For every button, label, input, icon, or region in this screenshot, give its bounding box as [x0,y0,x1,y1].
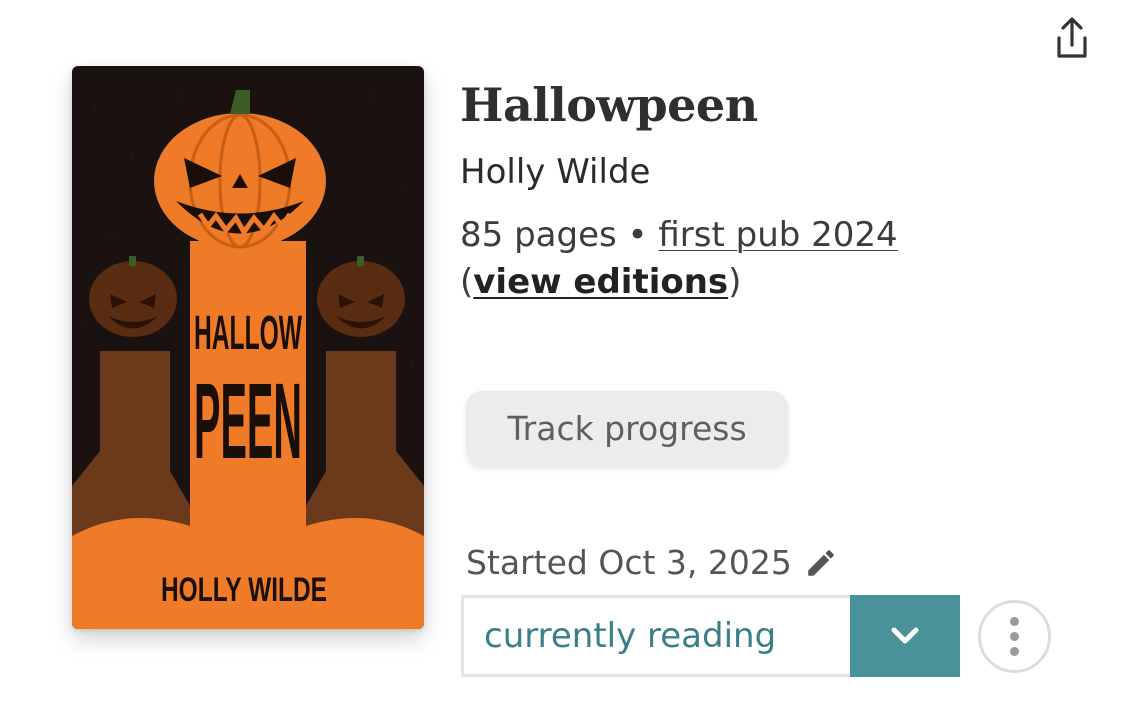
share-button[interactable] [1040,10,1104,66]
editions-paren-open: ( [460,262,474,302]
first-pub-link[interactable]: first pub 2024 [658,215,897,255]
started-date-label: Started Oct 3, 2025 [466,543,792,582]
pencil-icon [808,549,834,576]
chevron-down-icon [891,627,919,644]
share-icon [1057,17,1087,58]
started-date: Started Oct 3, 2025 [466,543,838,582]
book-cover[interactable]: HALLOW PEEN HOLLY WILDE [72,66,424,629]
cover-title-line2: PEEN [194,360,302,481]
more-dot [1010,632,1019,641]
reading-status-field[interactable]: currently reading [461,595,850,677]
meta-separator: • [616,215,659,255]
reading-status-control: currently reading [461,595,960,677]
book-meta: 85 pages • first pub 2024 (view editions… [460,212,898,306]
more-dot [1010,647,1019,656]
status-dropdown-button[interactable] [850,595,960,677]
more-vertical-icon [1010,617,1019,626]
book-title: Hallowpeen [460,78,758,132]
more-options-button[interactable] [978,600,1051,673]
cover-art: HALLOW PEEN HOLLY WILDE [72,66,424,629]
editions-line: (view editions) [460,259,898,306]
pages-line: 85 pages • first pub 2024 [460,212,898,259]
track-progress-button[interactable]: Track progress [466,391,788,466]
view-editions-link[interactable]: view editions [473,262,728,302]
cover-title-line1: HALLOW [194,307,302,360]
edit-date-button[interactable] [804,546,838,580]
book-author[interactable]: Holly Wilde [460,152,650,192]
editions-paren-close: ) [728,262,742,302]
page-count: 85 pages [460,215,617,255]
cover-author: HOLLY WILDE [161,571,327,609]
